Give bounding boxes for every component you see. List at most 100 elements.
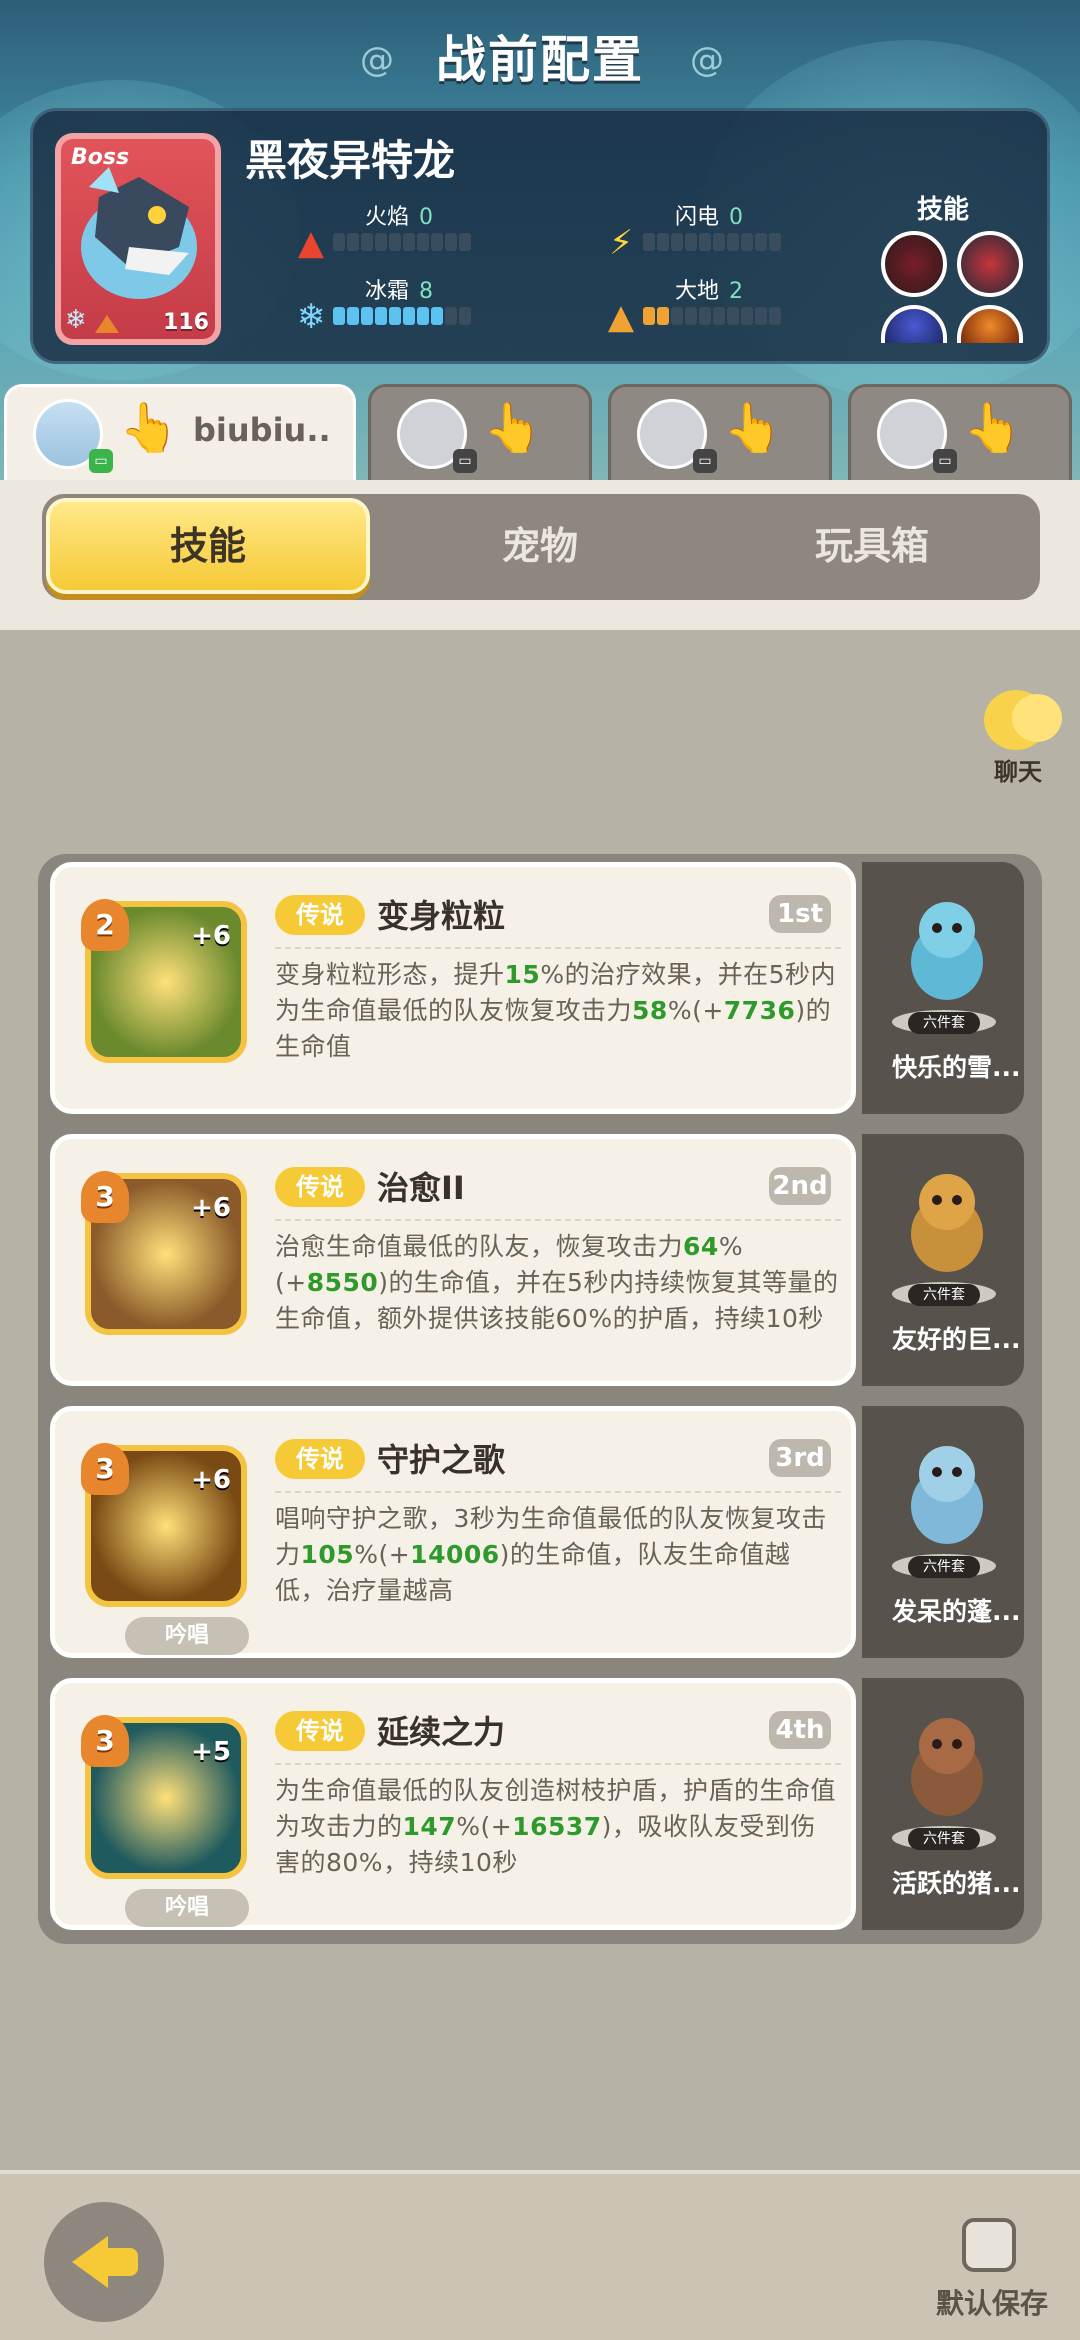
stat-bar-segment — [769, 233, 781, 251]
boss-info-panel: Boss ❄ 116 黑夜异特龙 ▲ 火焰 0 ⚡ 闪电 0 ❄ 冰霜 8 ▲ 大地 2… — [30, 108, 1050, 364]
like-hand-icon[interactable]: 👆 — [723, 399, 783, 456]
pet-figure-icon — [911, 1718, 983, 1816]
boss-skill-beast-icon[interactable] — [957, 231, 1023, 297]
pet-set-tag: 六件套 — [908, 1012, 980, 1034]
tab-skills[interactable]: 技能 — [46, 498, 370, 594]
tab-toybox[interactable]: 玩具箱 — [712, 498, 1032, 594]
divider — [275, 1763, 841, 1765]
chat-status-icon: ▭ — [933, 449, 957, 473]
skill-name: 延续之力 — [377, 1713, 506, 1751]
skill-rank: 3rd — [769, 1439, 831, 1477]
stat-bar-segment — [403, 307, 415, 325]
skill-icon[interactable]: 3 +5 — [81, 1715, 247, 1879]
stat-bar-segment — [361, 307, 373, 325]
pet-figure-icon — [911, 1446, 983, 1544]
stat-bar-segment — [333, 233, 345, 251]
player-tab-2[interactable]: ▭ 👆 — [368, 384, 592, 480]
skill-level-badge: 3 — [81, 1171, 129, 1223]
boss-name: 黑夜异特龙 — [245, 136, 456, 185]
skill-description: 治愈生命值最低的队友，恢复攻击力64%(+8550)的生命值，并在5秒内持续恢复… — [275, 1229, 841, 1337]
pet-set-tag: 六件套 — [908, 1828, 980, 1850]
stat-bar-segment — [671, 233, 683, 251]
earth-element-icon — [95, 315, 119, 333]
player-tab-4[interactable]: ▭ 👆 — [848, 384, 1072, 480]
pet-name: 活跃的猪... — [892, 1869, 1020, 1898]
stat-earth-bar — [643, 307, 781, 325]
boss-portrait-card[interactable]: Boss ❄ 116 — [55, 133, 221, 345]
earth-icon: ▲ — [607, 297, 635, 337]
stat-frost-bar — [333, 307, 471, 325]
pet-name: 友好的巨... — [892, 1325, 1020, 1354]
skill-icon[interactable]: 3 +6 — [81, 1443, 247, 1607]
stat-lightning-label: 闪电 — [675, 205, 720, 230]
stat-earth-value: 2 — [729, 279, 744, 304]
pet-name: 快乐的雪... — [892, 1053, 1020, 1082]
stat-bar-segment — [769, 307, 781, 325]
skill-rank: 2nd — [769, 1167, 831, 1205]
boss-skills-label: 技能 — [916, 195, 969, 225]
stat-bar-segment — [347, 307, 359, 325]
like-hand-icon[interactable]: 👆 — [483, 399, 543, 456]
pet-card[interactable]: 六件套 友好的巨... — [862, 1134, 1024, 1386]
stat-fire-label: 火焰 — [365, 205, 410, 230]
skill-desc-highlight: 16537 — [512, 1812, 602, 1841]
tab-pets[interactable]: 宠物 — [380, 498, 700, 594]
pet-card[interactable]: 六件套快乐的雪... — [862, 862, 1024, 1114]
boss-skill-void-icon[interactable] — [881, 305, 947, 343]
stat-bar-segment — [333, 307, 345, 325]
stat-bar-segment — [657, 233, 669, 251]
default-save-label: 默认保存 — [936, 2287, 1049, 2320]
stat-bar-segment — [643, 233, 655, 251]
chat-status-icon: ▭ — [453, 449, 477, 473]
boss-skill-flame-icon[interactable] — [957, 305, 1023, 343]
stat-earth: ▲ 大地 2 — [603, 273, 803, 337]
chat-button[interactable]: 聊天 — [978, 690, 1070, 790]
skill-name: 治愈II — [377, 1169, 465, 1207]
skill-level-badge: 3 — [81, 1715, 129, 1767]
stat-fire-value: 0 — [419, 205, 434, 230]
like-hand-icon[interactable]: 👆 — [119, 399, 179, 456]
skill-desc-highlight: 7736 — [723, 996, 796, 1025]
skill-desc-text: 治愈生命值最低的队友，恢复攻击力 — [275, 1232, 684, 1261]
pet-card[interactable]: 六件套活跃的猪... — [862, 1678, 1024, 1930]
stat-bar-segment — [685, 307, 697, 325]
skill-card[interactable]: 3 +6 吟唱 传说 守护之歌 3rd 唱响守护之歌，3秒为生命值最低的队友恢复攻击力105… — [50, 1406, 856, 1658]
stat-bar-segment — [417, 233, 429, 251]
skill-card[interactable]: 3 +5 吟唱 传说 延续之力 4th 为生命值最低的队友创造树枝护盾，护盾的生命值为攻击力… — [50, 1678, 856, 1930]
skill-desc-text: %(+ — [667, 996, 724, 1025]
skill-desc-text: %(+ — [456, 1812, 513, 1841]
skill-card[interactable]: 3 +6 传说 治愈II 2nd 治愈生命值最低的队友，恢复攻击力64%(+8550)的生… — [50, 1134, 856, 1386]
chat-status-icon: ▭ — [693, 449, 717, 473]
skill-description: 唱响守护之歌，3秒为生命值最低的队友恢复攻击力105%(+14006)的生命值，… — [275, 1501, 841, 1609]
skill-icon[interactable]: 3 +6 — [81, 1171, 247, 1335]
pet-name: 发呆的蓬... — [892, 1597, 1020, 1626]
boss-skill-bite-icon[interactable] — [881, 231, 947, 297]
stat-fire-bar — [333, 233, 471, 251]
stat-bar-segment — [671, 307, 683, 325]
stat-bar-segment — [361, 233, 373, 251]
back-button[interactable] — [44, 2202, 164, 2322]
stat-bar-segment — [459, 307, 471, 325]
player-tab-3[interactable]: ▭ 👆 — [608, 384, 832, 480]
pet-card[interactable]: 六件套 发呆的蓬... — [862, 1406, 1024, 1658]
skill-plus-level: +5 — [191, 1737, 231, 1767]
skill-name: 变身粒粒 — [377, 897, 506, 935]
skill-desc-highlight: 147 — [402, 1812, 457, 1841]
divider — [275, 1219, 841, 1221]
player-tab-1[interactable]: ▭ 👆 biubiu.. — [4, 384, 356, 480]
skill-icon[interactable]: 2 +6 — [81, 899, 247, 1063]
skill-card[interactable]: 2 +6 传说 变身粒粒 1st 变身粒粒形态，提升15%的治疗效果，并在5秒内为生命值最… — [50, 862, 856, 1114]
boss-level: 116 — [163, 310, 209, 335]
stat-earth-label: 大地 — [675, 279, 720, 304]
stat-bar-segment — [713, 307, 725, 325]
stat-bar-segment — [375, 307, 387, 325]
skill-plus-level: +6 — [191, 1465, 231, 1495]
like-hand-icon[interactable]: 👆 — [963, 399, 1023, 456]
skill-desc-highlight: 105 — [300, 1540, 355, 1569]
pet-figure-icon — [911, 902, 983, 1000]
default-save-checkbox[interactable] — [962, 2218, 1016, 2272]
skill-desc-highlight: 15 — [504, 960, 541, 989]
rarity-badge: 传说 — [275, 895, 365, 935]
skill-level-badge: 2 — [81, 899, 129, 951]
chant-tag: 吟唱 — [125, 1617, 249, 1655]
